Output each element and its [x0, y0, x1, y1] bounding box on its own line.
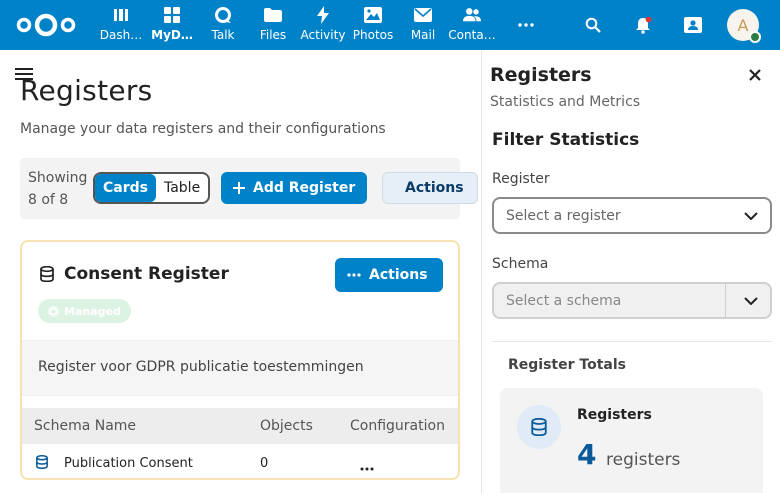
column-schema-name: Schema Name	[34, 418, 137, 434]
showing-value: 8 of 8	[28, 192, 69, 208]
app-label: Mail	[410, 28, 436, 42]
schema-select[interactable]: Select a schema	[492, 282, 772, 319]
stat-unit: registers	[606, 450, 681, 470]
top-header: Dash… MyD… Talk Files Activity Photos Ma…	[0, 0, 780, 50]
sidebar-title: Registers	[490, 64, 592, 86]
app-label: Photos	[352, 28, 394, 42]
app-label: Activity	[300, 28, 346, 42]
sidebar-subtitle: Statistics and Metrics	[490, 94, 641, 110]
app-files[interactable]: Files	[256, 0, 290, 50]
select-divider	[725, 284, 726, 317]
view-cards-button[interactable]: Cards	[95, 174, 156, 202]
dots-horizontal-icon	[347, 273, 361, 277]
register-select-placeholder: Select a register	[506, 207, 621, 224]
table-row: Publication Consent 0	[22, 446, 458, 478]
register-description: Register voor GDPR publicatie toestemmin…	[22, 340, 458, 396]
app-label: Conta…	[448, 28, 496, 42]
filter-statistics-title: Filter Statistics	[492, 130, 640, 150]
stat-value: 4	[577, 438, 597, 471]
talk-icon	[214, 6, 232, 24]
app-label: Talk	[211, 28, 235, 42]
schema-table-header: Schema Name Objects Configuration	[22, 408, 458, 444]
column-configuration: Configuration	[350, 418, 445, 434]
photos-icon	[364, 6, 382, 24]
app-photos[interactable]: Photos	[353, 0, 393, 50]
add-register-label: Add Register	[253, 180, 356, 196]
sidebar-divider	[492, 341, 772, 342]
page-subtitle: Manage your data registers and their con…	[20, 121, 386, 137]
view-toggle: Cards Table	[93, 172, 211, 204]
registers-stat-card: Registers 4 registers	[500, 388, 763, 493]
stat-name: Registers	[577, 407, 652, 423]
nextcloud-logo[interactable]	[14, 12, 78, 38]
notifications-icon[interactable]	[633, 15, 653, 35]
register-card-title[interactable]: Consent Register	[40, 264, 229, 284]
more-apps-icon[interactable]	[516, 15, 536, 35]
avatar[interactable]: A	[727, 9, 761, 43]
schema-icon	[36, 454, 48, 473]
register-select[interactable]: Select a register	[492, 197, 772, 234]
mail-icon	[414, 6, 432, 24]
statistics-sidebar: Registers Statistics and Metrics Filter …	[481, 50, 780, 493]
managed-badge: Managed	[38, 299, 131, 323]
column-objects: Objects	[260, 418, 313, 434]
page-title: Registers	[20, 74, 153, 107]
actions-button[interactable]: Actions	[382, 172, 478, 204]
schema-select-placeholder: Select a schema	[506, 292, 622, 309]
activity-icon	[314, 6, 332, 24]
registers-toolbar: Showing 8 of 8 Cards Table Add Register …	[20, 158, 478, 219]
app-label: MyD…	[151, 28, 193, 42]
search-icon[interactable]	[583, 15, 603, 35]
chevron-down-icon	[744, 211, 758, 220]
database-icon	[40, 266, 54, 282]
register-card: Consent Register Actions Managed Registe…	[20, 240, 460, 480]
app-contacts[interactable]: Conta…	[448, 0, 496, 50]
dashboard-icon	[112, 6, 130, 24]
showing-label: Showing	[28, 170, 88, 186]
actions-label: Actions	[405, 180, 464, 196]
showing-count: Showing 8 of 8	[28, 167, 87, 211]
database-icon	[517, 405, 561, 449]
card-actions-button[interactable]: Actions	[335, 258, 443, 292]
add-register-button[interactable]: Add Register	[221, 172, 368, 204]
schema-objects: 0	[260, 456, 269, 471]
mydash-icon	[163, 6, 181, 24]
register-name: Consent Register	[64, 264, 229, 284]
register-totals-title: Register Totals	[508, 357, 626, 373]
contacts-menu-icon[interactable]	[683, 15, 703, 35]
app-activity[interactable]: Activity	[300, 0, 346, 50]
app-dashboard[interactable]: Dash…	[100, 0, 142, 50]
card-actions-label: Actions	[369, 267, 428, 283]
app-mydash[interactable]: MyD…	[150, 0, 194, 50]
app-label: Files	[259, 28, 287, 42]
plus-icon	[233, 182, 245, 194]
cog-icon	[48, 305, 59, 317]
status-online-icon	[749, 31, 761, 43]
avatar-initial: A	[737, 15, 749, 35]
close-icon[interactable]	[748, 68, 762, 82]
folder-icon	[264, 6, 282, 24]
chevron-down-icon	[744, 296, 758, 305]
schema-name[interactable]: Publication Consent	[64, 456, 193, 471]
app-mail[interactable]: Mail	[408, 0, 438, 50]
schema-filter-label: Schema	[492, 256, 549, 272]
contacts-icon	[463, 6, 481, 24]
app-talk[interactable]: Talk	[206, 0, 240, 50]
managed-label: Managed	[64, 304, 121, 318]
register-filter-label: Register	[492, 171, 550, 187]
row-actions-icon[interactable]	[360, 460, 374, 475]
app-label: Dash…	[99, 28, 143, 42]
view-table-button[interactable]: Table	[156, 174, 208, 202]
